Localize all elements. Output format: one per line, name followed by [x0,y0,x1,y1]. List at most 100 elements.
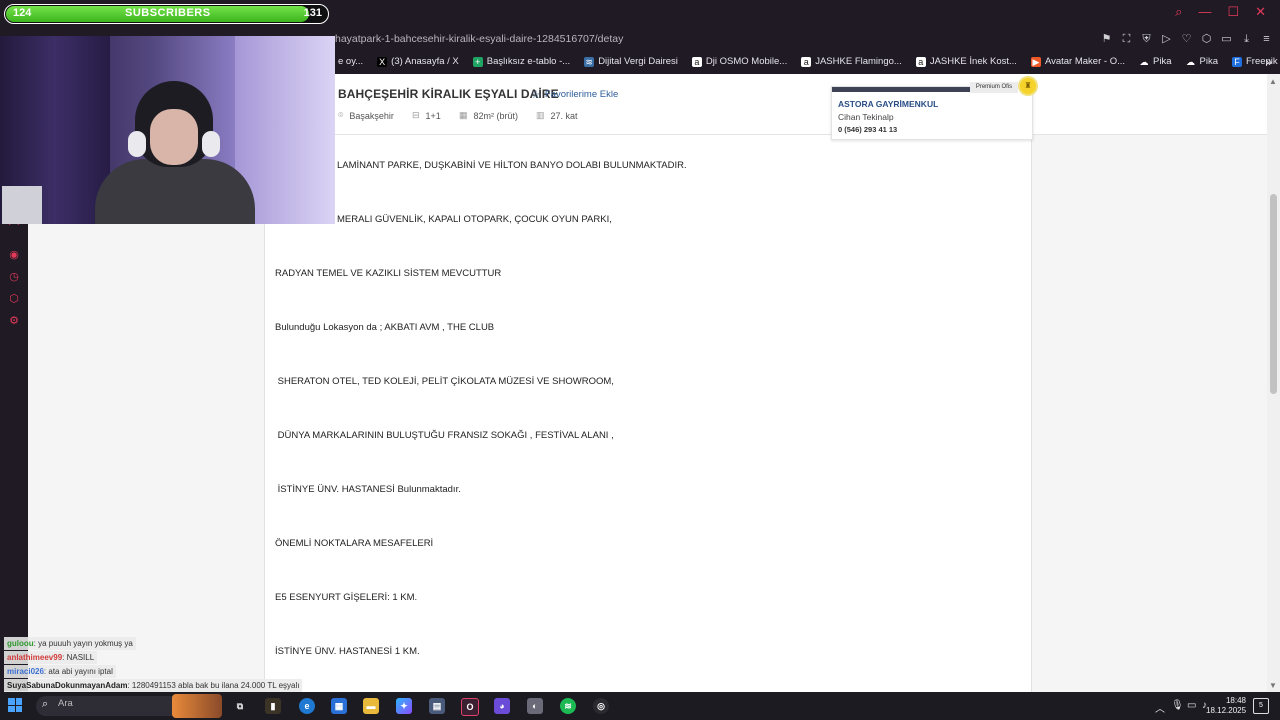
bookmark-favicon-icon: ▶ [1030,57,1041,67]
bookmark-item[interactable]: ≋ Dijital Vergi Dairesi [584,53,678,71]
chevron-up-icon[interactable]: ︿ [1155,700,1165,715]
taskbar-clock[interactable]: 18:48 18.12.2025 [1206,696,1246,716]
building-icon: ▥ [536,110,545,120]
search-highlight-image[interactable] [172,694,222,718]
app-icon[interactable]: ▤ [429,698,445,714]
maximize-icon[interactable]: ☐ [1227,4,1239,20]
description-line: SHERATON OTEL, TED KOLEJİ, PELİT ÇİKOLAT… [275,376,614,387]
scroll-up-icon[interactable]: ▲ [1269,77,1277,86]
search-icon[interactable]: ⌕ [1175,4,1182,20]
listing-area: ▦ 82m² (brüt) [459,110,518,121]
bookmark-icon[interactable]: ⚑ [1101,31,1112,47]
listing-rooms: ⊟ 1+1 [412,110,441,121]
listing-title: BAHÇEŞEHİR KİRALIK EŞYALI DAİRE [338,87,559,101]
network-icon[interactable]: ▭ [1187,700,1196,711]
edge-icon[interactable]: e [299,698,315,714]
description-line: MERALI GÜVENLİK, KAPALI OTOPARK, ÇOCUK O… [337,214,612,225]
agent-phone[interactable]: 0 (546) 293 41 13 [838,125,897,134]
bookmark-favicon-icon: a [801,57,812,67]
description-line: E5 ESENYURT GİŞELERİ: 1 KM. [275,592,418,603]
clock-date: 18.12.2025 [1206,706,1247,715]
area-text: 82m² (brüt) [473,110,519,121]
chat-message: miraci026: ata abi yayını iptal [4,665,116,678]
address-bar-actions: ⚑ ⛶ ⛨ ▷ ♡ ⬡ ▭ ⤓ ≡ [1101,31,1272,47]
premium-badge: Premium Ofis [970,82,1018,93]
page-scrollbar[interactable]: ▲ ▼ [1267,74,1280,692]
chat-text: : ya puuuh yayın yokmuş ya [33,639,133,648]
copilot-icon[interactable]: ✦ [396,698,412,714]
agent-person: Cihan Tekinalp [838,112,894,122]
scroll-down-icon[interactable]: ▼ [1269,681,1277,690]
add-favorite-label: Favorilerime Ekle [544,89,619,100]
bookmark-favicon-icon: F [1231,57,1242,67]
streamer-face [150,109,198,165]
chat-username: guloou [7,639,34,648]
opera-icon[interactable]: O [461,698,479,716]
subscriber-label: SUBSCRIBERS [125,7,211,19]
history-icon[interactable]: ◷ [7,270,21,284]
agent-name[interactable]: ASTORA GAYRİMENKUL [838,99,938,109]
task-view-icon[interactable]: ⧉ [232,698,248,714]
headphone-icon [128,131,146,157]
webcam-chair [2,186,42,224]
store-icon[interactable]: ▦ [331,698,347,714]
bookmarks-bar: e oy... X (3) Anasayfa / X + Başlıksız e-tab… [338,53,1280,71]
agent-card[interactable]: Premium Ofis ♜ ASTORA GAYRİMENKUL Cihan … [831,78,1036,140]
chat-message: guloou: ya puuuh yayın yokmuş ya [4,637,136,650]
notification-icon[interactable]: 5 [1253,698,1269,714]
close-icon[interactable]: ✕ [1255,4,1266,20]
description-line: RADYAN TEMEL VE KAZIKLI SİSTEM MEVCUTTUR [275,268,502,279]
bookmark-item[interactable]: X (3) Anasayfa / X [377,53,459,71]
bookmark-item[interactable]: ☁ Pika [1185,53,1218,71]
bed-icon: ⊟ [412,110,420,120]
bookmark-label: Dji OSMO Mobile... [705,56,788,67]
bookmarks-overflow-icon[interactable]: » [1265,53,1272,71]
microphone-icon[interactable]: 🎙 [1171,700,1184,711]
chat-username: anlathimeev99 [7,653,63,662]
app-icon[interactable]: ◐ [527,698,543,714]
bookmark-item[interactable]: ▶ Avatar Maker - O... [1030,53,1126,71]
start-icon[interactable] [8,698,22,712]
folder-icon[interactable]: ▬ [363,698,379,714]
taskbar-search-placeholder: Ara [58,698,73,709]
bookmark-favicon-icon: a [691,57,702,67]
gear-icon[interactable]: ⚙ [7,314,21,328]
play-icon[interactable]: ▷ [1161,31,1172,47]
bookmark-item[interactable]: FFreepik Sketch - F... [1231,53,1280,71]
bookmark-item[interactable]: a JASHKE İnek Kost... [915,53,1017,71]
heart-icon[interactable]: ♡ [1181,31,1192,47]
download-icon[interactable]: ⤓ [1241,31,1252,47]
subscriber-current: 124 [13,7,32,19]
bookmark-label: Avatar Maker - O... [1044,56,1126,67]
minimize-icon[interactable]: — [1198,4,1211,20]
description-line: Bulunduğu Lokasyon da ; AKBATI AVM , THE… [275,322,495,333]
clock-time: 18:48 [1225,696,1246,705]
wallet-icon[interactable]: ▭ [1221,31,1232,47]
shield-icon[interactable]: ⛨ [1141,31,1152,47]
scrollbar-thumb[interactable] [1270,194,1277,394]
extensions-icon[interactable]: ⬡ [1201,31,1212,47]
bookmark-favicon-icon: ☁ [1185,57,1196,67]
description-line: ÖNEMLİ NOKTALARA MESAFELERİ [275,538,434,549]
bookmark-item[interactable]: a JASHKE Flamingo... [801,53,902,71]
bookmark-item[interactable]: a Dji OSMO Mobile... [691,53,788,71]
spotify-icon[interactable]: ≋ [560,698,576,714]
bookmark-item[interactable]: e oy... [338,53,363,71]
bookmark-favicon-icon: ☁ [1139,57,1150,67]
obs-icon[interactable]: ◎ [593,698,609,714]
bookmark-item[interactable]: + Başlıksız e-tablo -... [472,53,570,71]
window-controls: ⌕ — ☐ ✕ [1175,4,1266,20]
record-icon[interactable]: ◉ [7,248,21,262]
chat-text: : NASILL [62,653,95,662]
screenshot-icon[interactable]: ⛶ [1121,31,1132,47]
location-text: Başakşehir [349,110,394,121]
address-bar[interactable]: hayatpark-1-bahcesehir-kiralik-esyali-da… [335,30,1095,48]
discord-icon[interactable]: ◕ [494,698,510,714]
app-icon[interactable]: ▮ [265,698,281,714]
bookmark-item[interactable]: ☁ Pika [1139,53,1172,71]
add-favorite-button[interactable]: ☆ Favorilerime Ekle [531,88,618,101]
cube-icon[interactable]: ⬡ [7,292,21,306]
menu-icon[interactable]: ≡ [1261,31,1272,47]
bookmark-label: (3) Anasayfa / X [391,56,459,67]
listing-floor: ▥ 27. kat [536,110,578,121]
